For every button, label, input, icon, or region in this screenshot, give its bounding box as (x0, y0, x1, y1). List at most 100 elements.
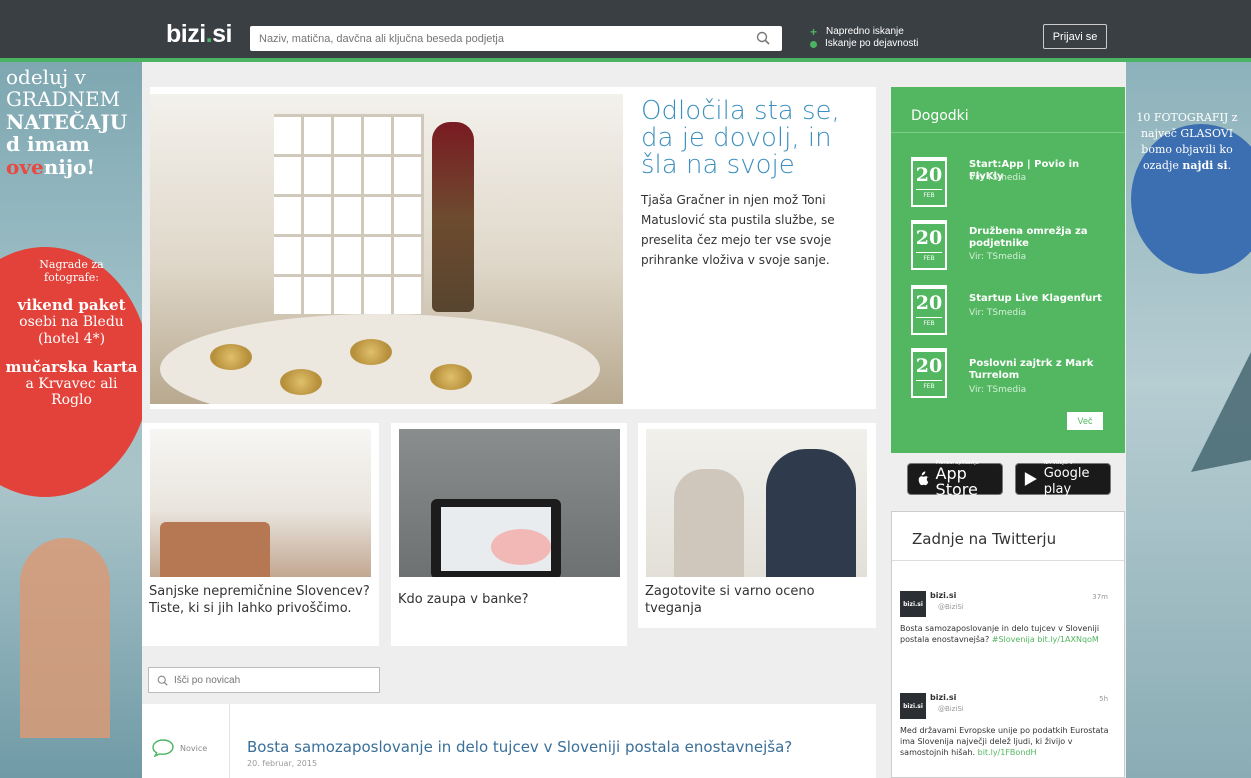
avatar[interactable]: bizi.si (900, 693, 926, 719)
ad-line: odeluj v (6, 65, 86, 89)
ad-prizes: Nagrade za fotografe: vikend paket osebi… (4, 258, 139, 409)
ad-right-bold: najdi si (1182, 158, 1228, 172)
search-icon[interactable] (756, 31, 770, 45)
person-illustration (674, 469, 744, 577)
ad-line: ovenijo! (6, 154, 142, 179)
avatar[interactable]: bizi.si (900, 591, 926, 617)
event-item[interactable]: 20 FEB Start:App | Povio in FlyKly Vir: T… (911, 157, 1121, 213)
tweet-user[interactable]: bizi.si (930, 591, 956, 600)
twitter-panel: Zadnje na Twitterju bizi.si bizi.si @Biz… (891, 511, 1125, 778)
tweet-link[interactable]: bit.ly/1FBondH (978, 748, 1037, 757)
ad-left-headline: odeluj v GRADNEM NATEČAJU d imam ovenijo… (6, 66, 142, 178)
news-title[interactable]: Bosta samozaposlovanje in delo tujcev v … (247, 738, 792, 756)
left-ad-banner[interactable]: odeluj v GRADNEM NATEČAJU d imam ovenijo… (0, 62, 142, 778)
article-image[interactable] (150, 429, 371, 577)
event-item[interactable]: 20 FEB Poslovni zajtrk z Mark Turrelom Vi… (911, 348, 1121, 404)
event-day: 20 (915, 227, 943, 249)
activity-search-label: Iskanje po dejavnosti (825, 38, 919, 49)
app-store-text: Prenesi aplikacijo App Store (936, 460, 1002, 498)
plus-icon: + (810, 25, 818, 39)
site-logo[interactable]: bizi.si (166, 20, 232, 49)
google-play-badge[interactable]: NA VOLJO V Google play (1015, 460, 1111, 497)
tweet-link[interactable]: bit.ly/1AXNqoM (1037, 635, 1099, 644)
tweet-hashtag[interactable]: #Slovenija (992, 635, 1035, 644)
article-card[interactable]: Sanjske nepremičnine Slovencev? Tiste, k… (142, 423, 379, 646)
article-card[interactable]: Zagotovite si varno oceno tveganja (638, 423, 876, 628)
search-options: + Napredno iskanje Iskanje po dejavnosti (810, 26, 918, 50)
company-search-box (250, 26, 782, 51)
jewel-shape (280, 369, 322, 395)
person-illustration (766, 449, 856, 577)
activity-search-link[interactable]: Iskanje po dejavnosti (810, 38, 918, 50)
ad-right-line: bomo objavili ko (1141, 142, 1233, 156)
tweet-time: 37m (1092, 593, 1108, 601)
article-card[interactable]: Kdo zaupa v banke? (391, 423, 627, 646)
event-source: Vir: TSmedia (969, 252, 1027, 262)
event-month: FEB (916, 252, 942, 262)
advanced-search-label: Napredno iskanje (826, 26, 904, 37)
article-title[interactable]: Kdo zaupa v banke? (398, 591, 623, 608)
hero-image[interactable] (150, 94, 623, 404)
company-search-input[interactable] (250, 26, 740, 51)
event-title[interactable]: Startup Live Klagenfurt (969, 293, 1109, 305)
event-day: 20 (915, 164, 943, 186)
hero-title[interactable]: Odločila sta se, da je dovolj, in šla na… (641, 98, 871, 179)
prize-1-sub: osebi na Bledu (hotel 4*) (19, 314, 124, 347)
event-month: FEB (916, 317, 942, 327)
event-source: Vir: TSmedia (969, 385, 1027, 395)
event-title[interactable]: Družbena omrežja za podjetnike (969, 226, 1109, 250)
ad-right-line: največ GLASOVI (1140, 126, 1234, 140)
twitter-heading: Zadnje na Twitterju (892, 512, 1124, 561)
google-play-big: Google play (1043, 466, 1090, 497)
advanced-search-link[interactable]: + Napredno iskanje (810, 26, 918, 38)
login-button[interactable]: Prijavi se (1043, 24, 1107, 49)
logo-main: bizi (166, 20, 206, 48)
prize-2: mučarska karta (5, 357, 138, 376)
news-list-item[interactable]: Novice Bosta samozaposlovanje in delo tu… (142, 704, 876, 778)
prize-heading: Nagrade za fotografe: (39, 258, 104, 284)
article-title[interactable]: Zagotovite si varno oceno tveganja (645, 583, 870, 617)
event-source: Vir: TSmedia (969, 308, 1027, 318)
news-category-label: Novice (180, 743, 208, 753)
ad-line-red: ove (6, 154, 44, 179)
ad-dragon-illustration (1191, 352, 1251, 472)
shelf-illustration (274, 114, 424, 314)
article-image[interactable] (646, 429, 867, 577)
ad-line-part: d imam (6, 132, 90, 157)
calendar-icon: 20 FEB (911, 285, 947, 335)
article-title[interactable]: Sanjske nepremičnine Slovencev? Tiste, k… (149, 583, 374, 617)
event-month: FEB (916, 189, 942, 199)
ad-right-line: ozadje najdi si. (1125, 158, 1249, 174)
event-item[interactable]: 20 FEB Startup Live Klagenfurt Vir: TSmed… (911, 285, 1121, 341)
tweet-text: Bosta samozaposlovanje in delo tujcev v … (900, 623, 1112, 645)
event-source: Vir: TSmedia (969, 173, 1027, 183)
ad-right-part: ozadje (1142, 158, 1183, 172)
ad-right-line: 10 FOTOGRAFIJ z (1136, 111, 1238, 124)
hero-article[interactable]: Odločila sta se, da je dovolj, in šla na… (150, 87, 876, 409)
news-search-input[interactable] (174, 674, 374, 686)
app-store-big: App Store (935, 464, 978, 499)
ad-line: d imam (6, 133, 142, 155)
search-icon (157, 675, 168, 686)
prize-1: vikend paket (17, 296, 126, 314)
ad-line: GRADNEM (6, 87, 121, 112)
event-item[interactable]: 20 FEB Družbena omrežja za podjetnike Vir… (911, 220, 1121, 276)
app-store-badge[interactable]: Prenesi aplikacijo App Store (907, 460, 1003, 498)
ad-hand-illustration (20, 538, 110, 738)
prize-2-sub: a Krvavec ali Roglo (25, 375, 118, 409)
main-content: Odločila sta se, da je dovolj, in šla na… (142, 62, 1126, 778)
event-month: FEB (916, 380, 942, 390)
calendar-icon: 20 FEB (911, 157, 947, 207)
piggy-bank-illustration (491, 529, 551, 565)
tweet-user[interactable]: bizi.si (930, 693, 956, 702)
article-image[interactable] (399, 429, 620, 577)
tweet-handle: @BiziSi (938, 705, 964, 713)
tweet-text: Med državami Evropske unije po podatkih … (900, 725, 1112, 758)
ad-line: NATEČAJU (6, 109, 128, 134)
dot-icon (810, 40, 817, 48)
ad-right-text: 10 FOTOGRAFIJ z največ GLASOVI bomo obja… (1125, 110, 1249, 174)
apple-icon (918, 471, 929, 486)
more-events-button[interactable]: Več (1067, 412, 1103, 430)
event-title[interactable]: Poslovni zajtrk z Mark Turrelom (969, 358, 1109, 382)
events-panel: Dogodki 20 FEB Start:App | Povio in FlyKl… (891, 87, 1125, 453)
